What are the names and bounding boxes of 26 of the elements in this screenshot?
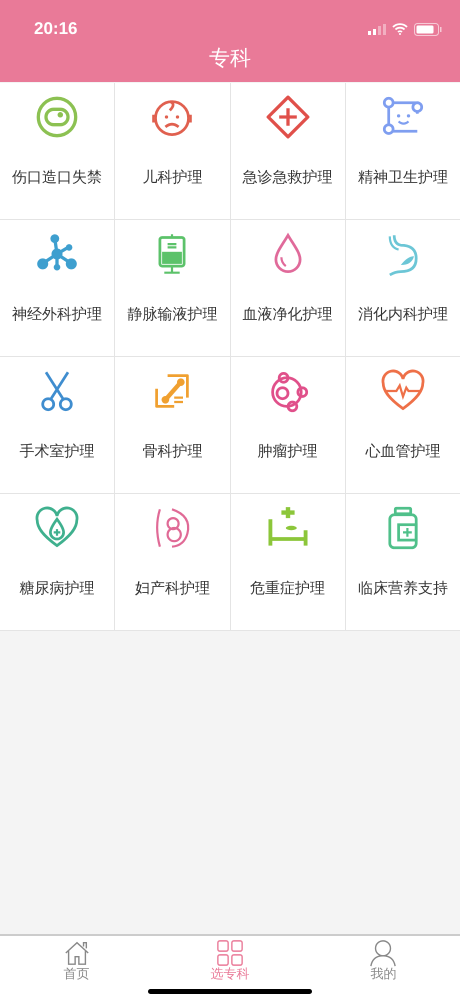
specialty-item[interactable]: 血液净化护理 bbox=[230, 220, 345, 356]
specialty-item[interactable]: 急诊急救护理 bbox=[230, 83, 345, 219]
specialty-item[interactable]: 心血管护理 bbox=[346, 357, 460, 493]
specialty-item[interactable]: 儿科护理 bbox=[115, 83, 230, 219]
specialty-item[interactable]: 肿瘤护理 bbox=[230, 357, 345, 493]
person-icon bbox=[369, 939, 398, 967]
grid-icon bbox=[216, 939, 244, 967]
specialty-item[interactable]: 糖尿病护理 bbox=[0, 494, 114, 630]
specialty-item[interactable]: 骨科护理 bbox=[115, 357, 230, 493]
specialty-item[interactable]: 消化内科护理 bbox=[346, 220, 460, 356]
specialty-item[interactable]: 临床营养支持 bbox=[346, 494, 460, 630]
specialty-item[interactable]: 伤口造口失禁 bbox=[0, 83, 114, 219]
battery-icon bbox=[414, 22, 442, 36]
specialty-item[interactable]: 手术室护理 bbox=[0, 357, 114, 493]
page-title: 专科 bbox=[209, 45, 251, 72]
specialty-item[interactable]: 妇产科护理 bbox=[115, 494, 230, 630]
tab[interactable]: 我的 bbox=[306, 936, 460, 996]
wifi-icon bbox=[392, 23, 408, 35]
tab[interactable]: 首页 bbox=[0, 936, 154, 996]
specialty-item[interactable]: 静脉输液护理 bbox=[115, 220, 230, 356]
signal-icon bbox=[368, 24, 386, 34]
specialty-item[interactable]: 精神卫生护理 bbox=[346, 83, 460, 219]
specialty-item[interactable]: 危重症护理 bbox=[230, 494, 345, 630]
specialty-item[interactable]: 神经外科护理 bbox=[0, 220, 114, 356]
status-time: 20:16 bbox=[34, 19, 78, 39]
home-icon bbox=[62, 939, 91, 967]
